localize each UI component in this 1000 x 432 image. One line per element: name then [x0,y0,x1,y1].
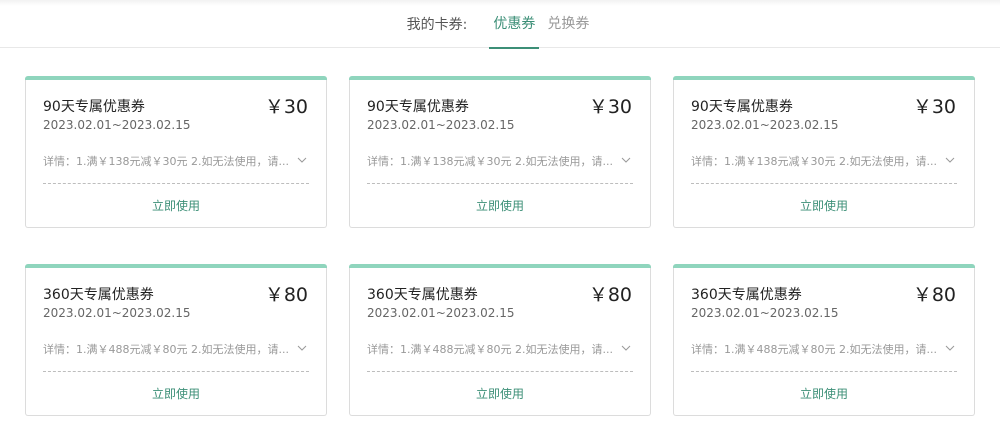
chevron-down-icon[interactable] [296,343,308,353]
coupon-detail: 详情：1.满￥138元减￥30元 2.如无法使用，请... [691,155,937,168]
use-now-button[interactable]: 立即使用 [674,385,974,402]
coupon-tabs: 我的卡券: 优惠券 兑换券 [0,0,1000,49]
use-now-button[interactable]: 立即使用 [350,197,650,214]
chevron-down-icon[interactable] [296,155,308,165]
coupon-detail: 详情：1.满￥488元减￥80元 2.如无法使用，请... [43,343,289,356]
coupon-card: 90天专属优惠券 ￥30 2023.02.01~2023.02.15 详情：1.… [25,76,327,228]
dashed-divider [43,183,309,184]
coupon-validity: 2023.02.01~2023.02.15 [691,118,839,132]
my-cards-label: 我的卡券: [406,17,468,33]
header-bar: 我的卡券: 优惠券 兑换券 [0,0,1000,49]
dashed-divider [691,183,957,184]
dashed-divider [367,371,633,372]
coupon-title: 360天专属优惠券 [691,287,802,303]
coupon-card: 360天专属优惠券 ￥80 2023.02.01~2023.02.15 详情：1… [349,264,651,416]
tab-coupons[interactable]: 优惠券 [489,0,540,49]
coupon-price: ￥80 [912,284,956,306]
tab-vouchers[interactable]: 兑换券 [543,0,593,48]
chevron-down-icon[interactable] [944,155,956,165]
chevron-down-icon[interactable] [620,343,632,353]
coupon-validity: 2023.02.01~2023.02.15 [367,306,515,320]
coupon-card: 360天专属优惠券 ￥80 2023.02.01~2023.02.15 详情：1… [25,264,327,416]
coupon-validity: 2023.02.01~2023.02.15 [691,306,839,320]
coupon-price: ￥30 [912,96,956,118]
coupon-price: ￥80 [588,284,632,306]
coupon-validity: 2023.02.01~2023.02.15 [367,118,515,132]
use-now-button[interactable]: 立即使用 [26,385,326,402]
dashed-divider [43,371,309,372]
coupon-price: ￥80 [264,284,308,306]
coupon-price: ￥30 [588,96,632,118]
coupon-title: 90天专属优惠券 [367,99,469,115]
coupon-price: ￥30 [264,96,308,118]
use-now-button[interactable]: 立即使用 [674,197,974,214]
chevron-down-icon[interactable] [944,343,956,353]
coupon-title: 90天专属优惠券 [691,99,793,115]
coupon-card: 90天专属优惠券 ￥30 2023.02.01~2023.02.15 详情：1.… [673,76,975,228]
coupon-detail: 详情：1.满￥138元减￥30元 2.如无法使用，请... [367,155,613,168]
coupon-grid: 90天专属优惠券 ￥30 2023.02.01~2023.02.15 详情：1.… [25,76,975,416]
coupon-title: 360天专属优惠券 [43,287,154,303]
coupon-validity: 2023.02.01~2023.02.15 [43,306,191,320]
coupon-validity: 2023.02.01~2023.02.15 [43,118,191,132]
chevron-down-icon[interactable] [620,155,632,165]
use-now-button[interactable]: 立即使用 [350,385,650,402]
coupon-title: 360天专属优惠券 [367,287,478,303]
use-now-button[interactable]: 立即使用 [26,197,326,214]
coupon-card: 360天专属优惠券 ￥80 2023.02.01~2023.02.15 详情：1… [673,264,975,416]
coupon-card: 90天专属优惠券 ￥30 2023.02.01~2023.02.15 详情：1.… [349,76,651,228]
coupon-detail: 详情：1.满￥488元减￥80元 2.如无法使用，请... [691,343,937,356]
coupon-title: 90天专属优惠券 [43,99,145,115]
dashed-divider [691,371,957,372]
coupon-detail: 详情：1.满￥488元减￥80元 2.如无法使用，请... [367,343,613,356]
dashed-divider [367,183,633,184]
coupon-detail: 详情：1.满￥138元减￥30元 2.如无法使用，请... [43,155,289,168]
